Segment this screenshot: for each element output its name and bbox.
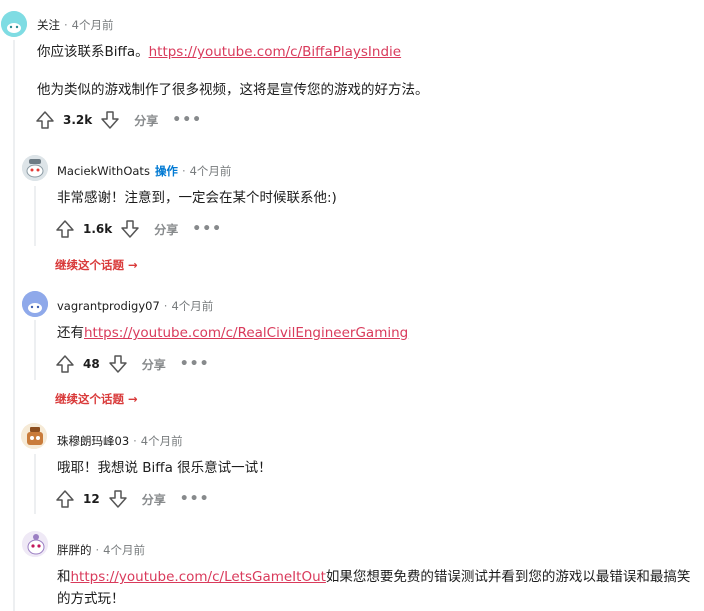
comment-body-line: 他为类似的游戏制作了很多视频，这将是宣传您的游戏的好方法。 [37,82,429,98]
timestamp[interactable]: 4个月前 [103,542,145,558]
author-name[interactable]: 关注 [37,17,60,33]
comment-body: 非常感谢！注意到，一定会在某个时候联系他:) [57,190,337,206]
continue-thread-link[interactable]: 继续这个话题 → [55,257,138,273]
separator: · [133,434,137,448]
author-name[interactable]: vagrantprodigy07 [57,299,160,313]
separator: · [181,164,186,178]
more-options-button[interactable]: ••• [192,221,222,237]
upvote-icon[interactable] [55,489,75,509]
downvote-icon[interactable] [120,219,140,239]
comment-link[interactable]: https://youtube.com/c/RealCivilEngineerG… [84,325,408,341]
avatar[interactable] [1,11,27,37]
share-button[interactable]: 分享 [134,112,158,129]
op-badge: 操作 [154,164,178,178]
comment-body: 还有https://youtube.com/c/RealCivilEnginee… [57,322,408,344]
timestamp[interactable]: 4个月前 [171,298,213,314]
separator: · [163,299,168,313]
avatar[interactable] [21,423,47,449]
comment-body: 和https://youtube.com/c/LetsGameItOut如果您想… [57,566,697,610]
downvote-icon[interactable] [100,110,120,130]
comment-body: 你应该联系Biffa。https://youtube.com/c/BiffaPl… [37,41,401,63]
avatar[interactable] [22,155,48,181]
comment-text: 你应该联系Biffa。 [37,44,149,60]
more-options-button[interactable]: ••• [180,491,210,507]
comment-actions: 48 分享 ••• [55,353,210,375]
timestamp[interactable]: 4个月前 [190,163,232,179]
vote-score: 3.2k [63,113,93,127]
upvote-icon[interactable] [55,219,75,239]
thread-line[interactable] [34,454,36,514]
timestamp[interactable]: 4个月前 [72,17,114,33]
avatar[interactable] [22,291,48,317]
comment-text: 和 [57,569,71,585]
comment-actions: 12 分享 ••• [55,488,210,510]
author-name[interactable]: MaciekWithOats [57,164,150,178]
author-name[interactable]: 珠穆朗玛峰03 [57,433,129,449]
thread-line[interactable] [34,186,36,246]
avatar[interactable] [22,531,48,557]
vote-score: 12 [83,492,100,506]
comment-meta: 珠穆朗玛峰03 · 4个月前 [57,433,183,449]
more-options-button[interactable]: ••• [172,112,202,128]
author-name[interactable]: 胖胖的 [57,542,92,558]
comment-meta: 胖胖的 · 4个月前 [57,542,145,558]
timestamp[interactable]: 4个月前 [141,433,183,449]
comment-meta: 关注 · 4个月前 [37,17,113,33]
comment-meta: MaciekWithOats 操作 · 4个月前 [57,163,231,179]
comment-link[interactable]: https://youtube.com/c/LetsGameItOut [71,569,326,585]
vote-score: 1.6k [83,222,113,236]
comment-actions: 1.6k 分享 ••• [55,218,222,240]
thread-line[interactable] [13,40,15,611]
share-button[interactable]: 分享 [154,221,178,238]
share-button[interactable]: 分享 [142,491,166,508]
upvote-icon[interactable] [55,354,75,374]
separator: · [95,543,100,557]
upvote-icon[interactable] [35,110,55,130]
separator: · [64,18,68,32]
comment-link[interactable]: https://youtube.com/c/BiffaPlaysIndie [149,44,402,60]
comment-actions: 3.2k 分享 ••• [35,109,202,131]
comment-meta: vagrantprodigy07 · 4个月前 [57,298,213,314]
vote-score: 48 [83,357,100,371]
comment-body: 哦耶！我想说 Biffa 很乐意试一试！ [57,460,272,476]
comment-text: 还有 [57,325,84,341]
thread-line[interactable] [34,320,36,380]
share-button[interactable]: 分享 [142,356,166,373]
continue-thread-link[interactable]: 继续这个话题 → [55,391,138,407]
downvote-icon[interactable] [108,489,128,509]
more-options-button[interactable]: ••• [180,356,210,372]
downvote-icon[interactable] [108,354,128,374]
